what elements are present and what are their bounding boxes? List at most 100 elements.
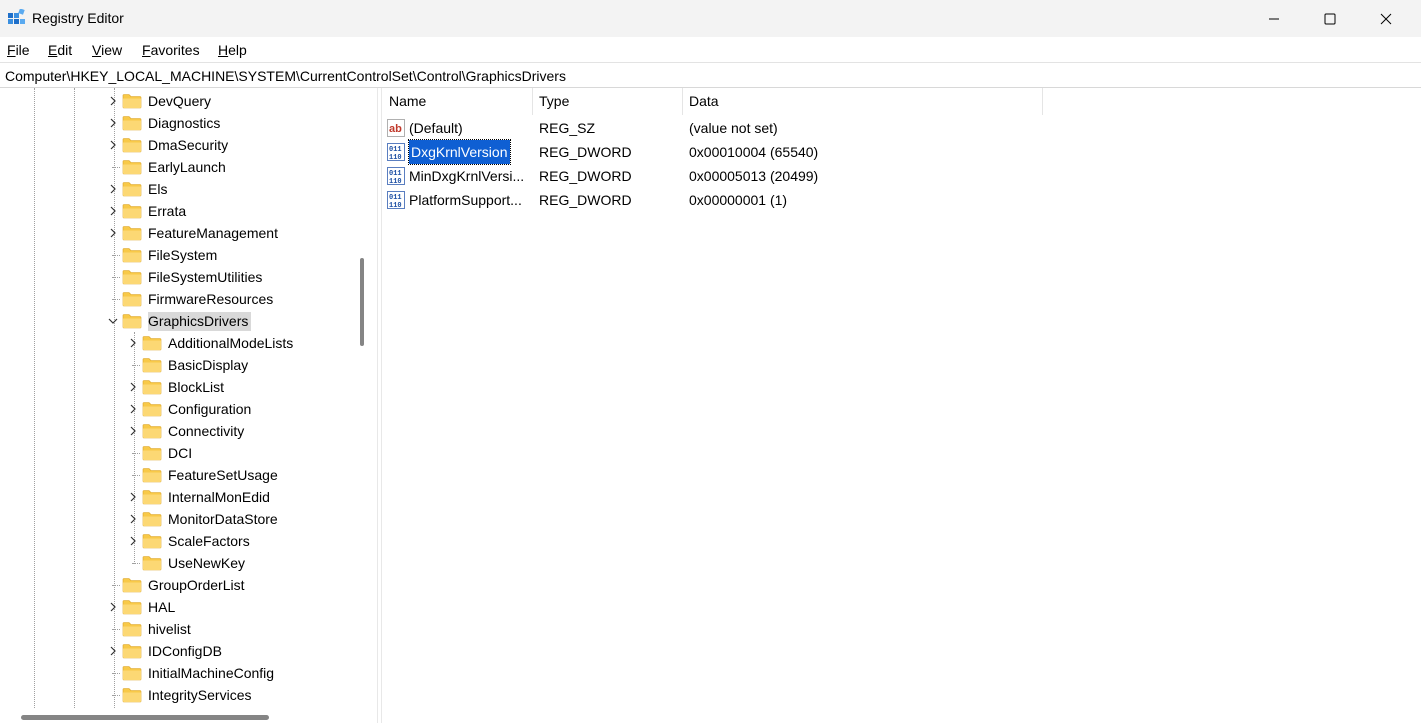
maximize-icon: [1324, 13, 1336, 24]
expand-toggle[interactable]: [126, 530, 140, 552]
tree-item[interactable]: FileSystem: [106, 244, 220, 266]
expand-toggle[interactable]: [106, 90, 120, 112]
folder-icon: [142, 380, 162, 395]
chevron-down-icon: [108, 318, 118, 324]
tree-item[interactable]: FeatureSetUsage: [126, 464, 281, 486]
chevron-right-icon: [110, 228, 116, 238]
tree-item[interactable]: InitialMachineConfig: [106, 662, 277, 684]
value-row[interactable]: 011 110 DxgKrnlVersion REG_DWORD 0x00010004 …: [382, 139, 1421, 165]
tree-connector: [106, 574, 120, 596]
tree-item[interactable]: hivelist: [106, 618, 194, 640]
tree-item[interactable]: EarlyLaunch: [106, 156, 229, 178]
menu-edit[interactable]: Edit: [48, 42, 72, 58]
tree-item[interactable]: Connectivity: [126, 420, 247, 442]
binary-value-icon: 011110: [387, 143, 405, 161]
tree-connector: [106, 244, 120, 266]
value-data: 0x00000001 (1): [689, 192, 788, 208]
menu-file[interactable]: File: [7, 42, 30, 58]
tree-item[interactable]: FirmwareResources: [106, 288, 276, 310]
tree-item-label: DCI: [168, 444, 193, 461]
address-path[interactable]: Computer\HKEY_LOCAL_MACHINE\SYSTEM\Curre…: [5, 68, 566, 84]
tree-item[interactable]: BasicDisplay: [126, 354, 251, 376]
svg-text:110: 110: [389, 154, 402, 161]
expand-toggle[interactable]: [106, 310, 120, 332]
expand-toggle[interactable]: [106, 112, 120, 134]
chevron-right-icon: [110, 602, 116, 612]
tree-item[interactable]: Diagnostics: [106, 112, 223, 134]
expand-toggle[interactable]: [126, 508, 140, 530]
folder-icon: [142, 446, 162, 461]
svg-text:110: 110: [389, 202, 402, 209]
folder-icon: [142, 336, 162, 351]
tree-item[interactable]: InternalMonEdid: [126, 486, 273, 508]
expand-toggle[interactable]: [106, 222, 120, 244]
expand-toggle[interactable]: [106, 134, 120, 156]
expand-toggle[interactable]: [106, 200, 120, 222]
tree-item[interactable]: DevQuery: [106, 90, 214, 112]
expand-toggle[interactable]: [106, 178, 120, 200]
expand-toggle[interactable]: [106, 640, 120, 662]
title-bar[interactable]: Registry Editor: [0, 0, 1421, 37]
value-name[interactable]: MinDxgKrnlVersi...: [409, 164, 529, 188]
column-header-type[interactable]: Type: [532, 88, 682, 115]
tree-item[interactable]: UseNewKey: [126, 552, 248, 574]
column-header-name[interactable]: Name: [382, 88, 532, 115]
value-name[interactable]: DxgKrnlVersion: [408, 139, 511, 165]
value-row[interactable]: 011 110 PlatformSupport... REG_DWORD 0x00000…: [382, 188, 1421, 212]
tree-item[interactable]: IntegrityServices: [106, 684, 254, 706]
tree-horizontal-scroll-thumb[interactable]: [21, 715, 269, 720]
tree-horizontal-scrollbar[interactable]: [0, 708, 354, 723]
folder-icon: [122, 226, 142, 241]
tree-item[interactable]: GroupOrderList: [106, 574, 247, 596]
tree-item[interactable]: Errata: [106, 200, 189, 222]
tree-item[interactable]: GraphicsDrivers: [106, 310, 252, 332]
menu-help[interactable]: Help: [218, 42, 247, 58]
expand-toggle[interactable]: [126, 398, 140, 420]
maximize-button[interactable]: [1307, 0, 1353, 37]
tree-item[interactable]: MonitorDataStore: [126, 508, 281, 530]
tree-item[interactable]: DCI: [126, 442, 195, 464]
value-type: REG_DWORD: [539, 168, 632, 184]
tree-item[interactable]: ScaleFactors: [126, 530, 253, 552]
folder-icon: [142, 424, 162, 439]
chevron-right-icon: [130, 536, 136, 546]
menu-view[interactable]: View: [92, 42, 122, 58]
tree-item-label: InitialMachineConfig: [148, 664, 275, 681]
tree-item-label: BlockList: [168, 378, 225, 395]
tree-vertical-scroll-thumb[interactable]: [360, 258, 364, 346]
close-button[interactable]: [1363, 0, 1409, 37]
tree-item[interactable]: FeatureManagement: [106, 222, 281, 244]
menu-favorites[interactable]: Favorites: [142, 42, 200, 58]
column-separator[interactable]: [1042, 88, 1043, 115]
expand-toggle[interactable]: [106, 596, 120, 618]
value-row[interactable]: ab (Default) REG_SZ (value not set): [382, 116, 1421, 140]
tree-item[interactable]: AdditionalModeLists: [126, 332, 296, 354]
address-bar[interactable]: Computer\HKEY_LOCAL_MACHINE\SYSTEM\Curre…: [0, 62, 1421, 88]
folder-icon: [122, 204, 142, 219]
key-tree[interactable]: DevQuery Diagnostics DmaSecurity EarlyLaunc…: [0, 88, 377, 723]
tree-item[interactable]: Els: [106, 178, 170, 200]
expand-toggle[interactable]: [126, 486, 140, 508]
tree-item-label: GroupOrderList: [148, 576, 245, 593]
chevron-right-icon: [130, 492, 136, 502]
expand-toggle[interactable]: [126, 420, 140, 442]
tree-item[interactable]: HAL: [106, 596, 178, 618]
value-row[interactable]: 011 110 MinDxgKrnlVersi... REG_DWORD 0x00005…: [382, 164, 1421, 188]
tree-item[interactable]: DmaSecurity: [106, 134, 231, 156]
minimize-button[interactable]: [1251, 0, 1297, 37]
binary-value-icon: 011110: [387, 191, 405, 209]
value-name[interactable]: (Default): [409, 116, 529, 140]
values-list[interactable]: Name Type Data ab (Default) REG_SZ (value n…: [382, 88, 1421, 723]
tree-vertical-scrollbar[interactable]: [354, 88, 370, 708]
tree-item[interactable]: FileSystemUtilities: [106, 266, 265, 288]
tree-item[interactable]: Configuration: [126, 398, 254, 420]
folder-icon: [122, 622, 142, 637]
tree-item[interactable]: IDConfigDB: [106, 640, 225, 662]
tree-item-label: HAL: [148, 598, 176, 615]
expand-toggle[interactable]: [126, 376, 140, 398]
column-header-data[interactable]: Data: [682, 88, 1042, 115]
tree-item-label: InternalMonEdid: [168, 488, 270, 505]
expand-toggle[interactable]: [126, 332, 140, 354]
tree-item[interactable]: BlockList: [126, 376, 227, 398]
value-name[interactable]: PlatformSupport...: [409, 188, 529, 212]
